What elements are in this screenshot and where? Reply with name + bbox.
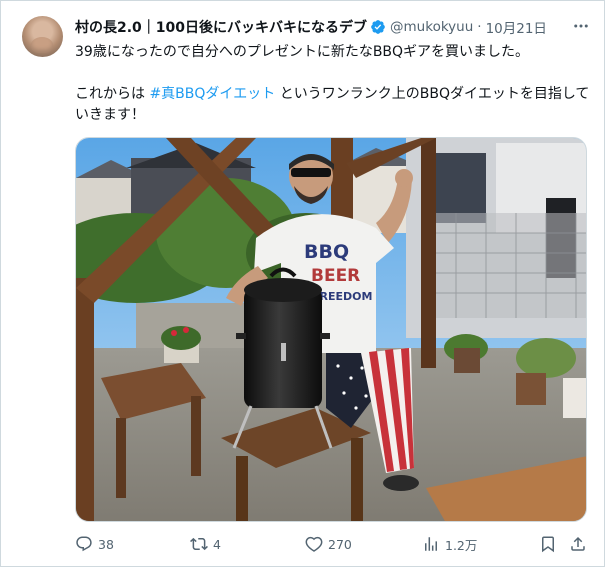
more-dots-icon[interactable] bbox=[572, 17, 590, 35]
post-photo[interactable]: BBQ BEER FREEDOM bbox=[75, 137, 587, 522]
like-button[interactable]: 270 bbox=[305, 531, 352, 557]
repost-button[interactable]: 4 bbox=[190, 531, 221, 557]
hashtag-link[interactable]: #真BBQダイエット bbox=[149, 86, 275, 102]
reply-count: 38 bbox=[98, 536, 114, 552]
heart-icon bbox=[305, 536, 323, 552]
view-count: 1.2万 bbox=[445, 537, 478, 553]
verified-badge-icon bbox=[371, 20, 385, 34]
views-button[interactable]: 1.2万 bbox=[422, 531, 477, 557]
avatar[interactable] bbox=[22, 16, 63, 57]
views-bar-chart-icon bbox=[425, 537, 437, 551]
reply-button[interactable]: 38 bbox=[75, 531, 114, 557]
tweet-text-line: これからは #真BBQダイエット というワンランク上のBBQダイエットを目指して… bbox=[75, 84, 595, 126]
repost-count: 4 bbox=[213, 536, 221, 552]
share-upload-icon bbox=[571, 536, 585, 551]
author-handle[interactable]: @mukokyuu bbox=[390, 19, 473, 35]
text-fragment: これからは bbox=[75, 86, 150, 102]
tweet-text: 39歳になったので自分へのプレゼントに新たなBBQギアを買いました。 これからは… bbox=[75, 42, 595, 126]
like-count: 270 bbox=[328, 536, 352, 552]
author-name[interactable]: 村の長2.0｜100日後にバッキバキになるデブ bbox=[75, 17, 367, 37]
photo-scene: BBQ BEER FREEDOM bbox=[76, 138, 586, 521]
post-time[interactable]: 10月21日 bbox=[486, 17, 547, 37]
tweet-text-line: 39歳になったので自分へのプレゼントに新たなBBQギアを買いました。 bbox=[75, 44, 530, 60]
share-button[interactable] bbox=[569, 531, 592, 557]
repost-arrows-icon bbox=[190, 537, 208, 551]
separator-dot: · bbox=[477, 19, 482, 35]
bookmark-icon bbox=[542, 536, 554, 553]
bookmark-button[interactable] bbox=[539, 531, 562, 557]
tweet-card[interactable]: 村の長2.0｜100日後にバッキバキになるデブ @mukokyuu · 10月2… bbox=[0, 0, 605, 567]
reply-bubble-icon bbox=[76, 536, 92, 552]
action-bar: 38 4 270 1.2万 bbox=[75, 531, 587, 557]
shirt-text-beer: BEER bbox=[311, 266, 360, 286]
shirt-text-bbq: BBQ bbox=[304, 241, 349, 263]
tweet-header: 村の長2.0｜100日後にバッキバキになるデブ @mukokyuu · 10月2… bbox=[75, 17, 547, 37]
